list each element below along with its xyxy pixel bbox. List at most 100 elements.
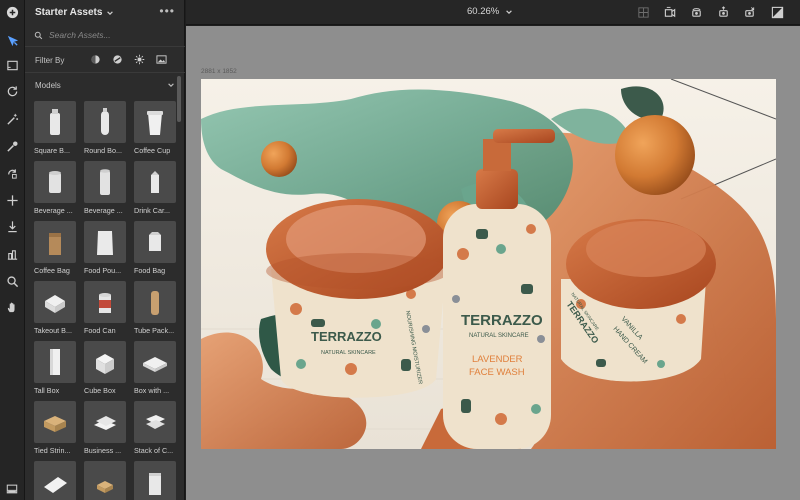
document-size-label: 2881 x 1852 bbox=[201, 68, 237, 75]
lights-filter-icon[interactable] bbox=[133, 53, 145, 65]
panel-scrollbar[interactable] bbox=[177, 76, 181, 122]
more-options-icon[interactable]: ••• bbox=[159, 5, 175, 17]
asset-tile[interactable]: Square B... bbox=[34, 101, 76, 155]
asset-label: Drink Car... bbox=[134, 206, 170, 215]
bottle-subtitle: NATURAL SKINCARE bbox=[469, 333, 529, 339]
scene-render: TERRAZZO NATURAL SKINCARE NOURISHING MOI… bbox=[201, 79, 776, 449]
add-icon[interactable] bbox=[3, 3, 21, 21]
asset-label: Business ... bbox=[84, 446, 122, 455]
asset-thumbnail[interactable] bbox=[84, 101, 126, 143]
asset-thumbnail[interactable] bbox=[134, 221, 176, 263]
asset-tile[interactable]: Tied Strin... bbox=[34, 401, 76, 455]
frame-icon[interactable] bbox=[3, 56, 21, 74]
align-icon[interactable] bbox=[3, 245, 21, 263]
asset-tile[interactable] bbox=[34, 461, 76, 500]
models-filter-icon[interactable] bbox=[111, 53, 123, 65]
asset-label: Tall Box bbox=[34, 386, 60, 395]
chevron-down-icon[interactable] bbox=[106, 9, 114, 17]
asset-tile[interactable]: Beverage ... bbox=[34, 161, 76, 215]
orbit-icon[interactable] bbox=[3, 82, 21, 100]
camera-dolly-icon[interactable] bbox=[742, 5, 756, 19]
asset-thumbnail[interactable] bbox=[34, 341, 76, 383]
asset-tile[interactable]: Cube Box bbox=[84, 341, 126, 395]
asset-thumbnail[interactable] bbox=[134, 161, 176, 203]
search-input[interactable] bbox=[49, 30, 174, 40]
asset-tile[interactable] bbox=[134, 461, 176, 500]
chevron-down-icon[interactable] bbox=[167, 81, 175, 89]
camera-orbit-icon[interactable] bbox=[689, 5, 703, 19]
asset-tile[interactable]: Business ... bbox=[84, 401, 126, 455]
asset-search[interactable] bbox=[31, 27, 179, 43]
asset-thumbnail[interactable] bbox=[134, 101, 176, 143]
asset-thumbnail[interactable] bbox=[84, 281, 126, 323]
asset-thumbnail[interactable] bbox=[134, 281, 176, 323]
drop-to-ground-icon[interactable] bbox=[3, 217, 21, 235]
move-arrow-icon[interactable] bbox=[3, 31, 21, 49]
asset-thumbnail[interactable] bbox=[34, 161, 76, 203]
asset-thumbnail[interactable] bbox=[84, 461, 126, 500]
jar-left: TERRAZZO NATURAL SKINCARE NOURISHING MOI… bbox=[266, 199, 450, 398]
models-section-header[interactable]: Models bbox=[25, 78, 185, 92]
asset-tile[interactable]: Food Bag bbox=[134, 221, 176, 275]
asset-label: Box with ... bbox=[134, 386, 170, 395]
asset-tile[interactable]: Tube Pack... bbox=[134, 281, 176, 335]
asset-thumbnail[interactable] bbox=[34, 281, 76, 323]
asset-tile[interactable]: Coffee Bag bbox=[34, 221, 76, 275]
asset-label: Beverage ... bbox=[34, 206, 73, 215]
materials-filter-icon[interactable] bbox=[89, 53, 101, 65]
asset-thumbnail[interactable] bbox=[34, 221, 76, 263]
asset-tile[interactable]: Food Can bbox=[84, 281, 126, 335]
hand-icon[interactable] bbox=[3, 298, 21, 316]
asset-label: Takeout B... bbox=[34, 326, 72, 335]
asset-label: Cube Box bbox=[84, 386, 116, 395]
asset-tile[interactable]: Beverage ... bbox=[84, 161, 126, 215]
eyedropper-icon[interactable] bbox=[3, 137, 21, 155]
zoom-dropdown[interactable]: 60.26% bbox=[467, 6, 513, 17]
asset-label: Coffee Bag bbox=[34, 266, 70, 275]
asset-tile[interactable]: Tall Box bbox=[34, 341, 76, 395]
zoom-icon[interactable] bbox=[3, 272, 21, 290]
asset-tile[interactable]: Food Pou... bbox=[84, 221, 126, 275]
asset-thumbnail[interactable] bbox=[34, 461, 76, 500]
plus-move-icon[interactable] bbox=[3, 191, 21, 209]
filter-row: Filter By bbox=[25, 50, 185, 70]
asset-thumbnail[interactable] bbox=[134, 461, 176, 500]
asset-tile[interactable]: Coffee Cup bbox=[134, 101, 176, 155]
bottle-brand: TERRAZZO bbox=[461, 312, 543, 329]
asset-tile[interactable]: Stack of C... bbox=[134, 401, 176, 455]
search-icon bbox=[34, 31, 43, 39]
asset-thumbnail[interactable] bbox=[34, 401, 76, 443]
jar-right: TERRAZZO NATURAL SKINCARE VANILLA HAND C… bbox=[561, 219, 716, 382]
app-window: Starter Assets ••• Filter By Models S bbox=[0, 0, 800, 500]
panel-title[interactable]: Starter Assets bbox=[35, 7, 102, 18]
filter-label: Filter By bbox=[35, 55, 65, 65]
asset-label: Stack of C... bbox=[134, 446, 174, 455]
asset-thumbnail[interactable] bbox=[84, 161, 126, 203]
asset-thumbnail[interactable] bbox=[84, 221, 126, 263]
magic-wand-icon[interactable] bbox=[3, 110, 21, 128]
asset-label: Food Pou... bbox=[84, 266, 122, 275]
asset-label: Square B... bbox=[34, 146, 70, 155]
render-preview-icon[interactable] bbox=[770, 5, 784, 19]
rotate-icon[interactable] bbox=[3, 164, 21, 182]
asset-thumbnail[interactable] bbox=[84, 401, 126, 443]
asset-thumbnail[interactable] bbox=[134, 401, 176, 443]
camera-pan-icon[interactable] bbox=[716, 5, 730, 19]
scene-artboard[interactable]: TERRAZZO NATURAL SKINCARE NOURISHING MOI… bbox=[201, 79, 776, 449]
asset-thumbnail[interactable] bbox=[34, 101, 76, 143]
asset-tile[interactable]: Round Bo... bbox=[84, 101, 126, 155]
chevron-down-icon bbox=[506, 9, 513, 14]
images-filter-icon[interactable] bbox=[155, 53, 167, 65]
frame-camera-icon[interactable] bbox=[663, 5, 677, 19]
panel-toggle-icon[interactable] bbox=[4, 482, 20, 496]
section-label: Models bbox=[35, 80, 61, 90]
asset-tile[interactable] bbox=[84, 461, 126, 500]
asset-thumbnail[interactable] bbox=[134, 341, 176, 383]
asset-label: Coffee Cup bbox=[134, 146, 171, 155]
asset-tile[interactable]: Takeout B... bbox=[34, 281, 76, 335]
asset-label: Food Bag bbox=[134, 266, 166, 275]
asset-thumbnail[interactable] bbox=[84, 341, 126, 383]
asset-tile[interactable]: Box with ... bbox=[134, 341, 176, 395]
asset-tile[interactable]: Drink Car... bbox=[134, 161, 176, 215]
grid-icon[interactable] bbox=[636, 5, 650, 19]
